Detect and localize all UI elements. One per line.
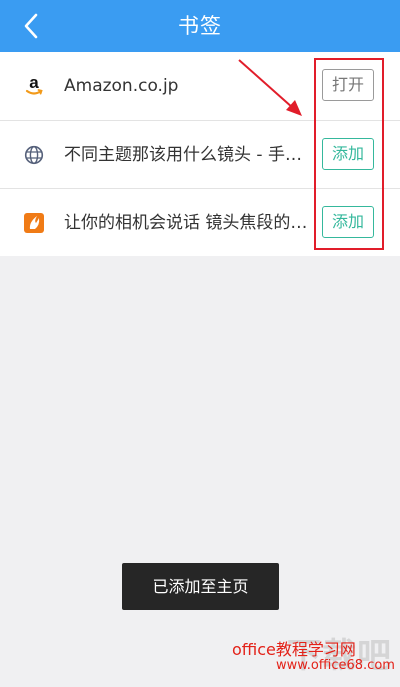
add-button[interactable]: 添加 [322,138,374,170]
watermark: 下载吧 office教程学习网 www.office68.com [232,634,400,687]
globe-icon [22,143,46,167]
toast-message: 已添加至主页 [122,563,279,610]
bookmark-title: 让你的相机会说话 镜头焦段的… [64,213,308,233]
add-button[interactable]: 添加 [322,206,374,238]
bookmark-list: a Amazon.co.jp 打开 不同主题那该用什么镜头 - 手… 添加 让你… [0,52,400,256]
bookmark-title: 不同主题那该用什么镜头 - 手… [64,145,302,165]
amazon-logo-icon: a [22,74,46,98]
page-title: 书签 [178,14,222,38]
bookmark-row-camera-focal[interactable]: 让你的相机会说话 镜头焦段的… 添加 [0,188,400,257]
bookmark-title: Amazon.co.jp [64,76,179,96]
watermark-url: www.office68.com [276,658,395,673]
svg-text:a: a [29,74,39,92]
bookmark-row-amazon[interactable]: a Amazon.co.jp 打开 [0,52,400,120]
watermark-site-name: office教程学习网 [232,640,356,659]
watermark-logo-text: 下载吧 [287,636,392,676]
orange-flame-icon [22,211,46,235]
bookmark-row-lens-topics[interactable]: 不同主题那该用什么镜头 - 手… 添加 [0,120,400,189]
open-button[interactable]: 打开 [322,69,374,101]
top-bar: 书签 [0,0,400,52]
